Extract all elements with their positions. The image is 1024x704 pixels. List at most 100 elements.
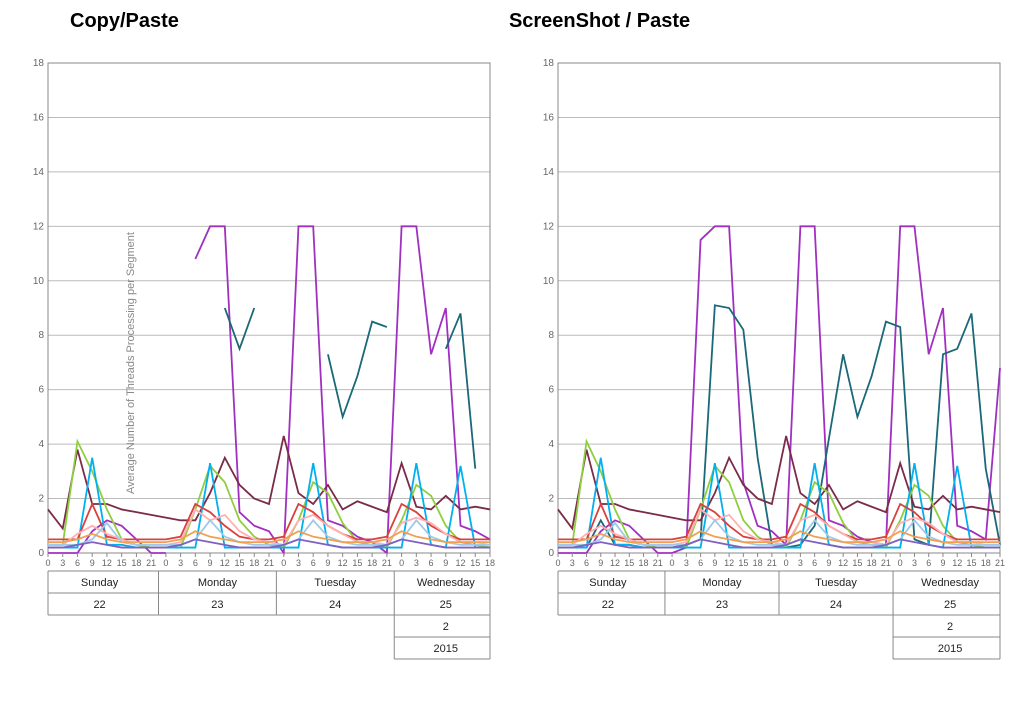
svg-text:0: 0	[45, 558, 50, 568]
svg-text:9: 9	[208, 558, 213, 568]
chart-title-right: ScreenShot / Paste	[509, 10, 690, 33]
svg-text:9: 9	[598, 558, 603, 568]
svg-text:2: 2	[38, 494, 44, 505]
svg-text:Wednesday: Wednesday	[417, 577, 475, 589]
svg-text:21: 21	[264, 558, 274, 568]
svg-text:6: 6	[584, 558, 589, 568]
svg-text:9: 9	[826, 558, 831, 568]
svg-text:25: 25	[944, 599, 956, 611]
svg-text:15: 15	[117, 558, 127, 568]
svg-text:6: 6	[38, 385, 44, 396]
svg-text:9: 9	[940, 558, 945, 568]
chart-left: Average Number of Threads Processing per…	[10, 53, 500, 673]
svg-text:9: 9	[325, 558, 330, 568]
svg-text:18: 18	[131, 558, 141, 568]
svg-text:24: 24	[830, 599, 842, 611]
svg-text:4: 4	[38, 439, 44, 450]
svg-text:3: 3	[570, 558, 575, 568]
svg-text:2: 2	[548, 494, 554, 505]
svg-text:15: 15	[624, 558, 634, 568]
svg-text:2015: 2015	[938, 643, 962, 655]
svg-text:Tuesday: Tuesday	[815, 577, 857, 589]
svg-text:18: 18	[33, 58, 45, 69]
svg-text:3: 3	[296, 558, 301, 568]
svg-text:18: 18	[367, 558, 377, 568]
svg-text:Wednesday: Wednesday	[921, 577, 979, 589]
svg-text:3: 3	[414, 558, 419, 568]
svg-text:18: 18	[249, 558, 259, 568]
svg-text:8: 8	[548, 330, 554, 341]
svg-text:18: 18	[639, 558, 649, 568]
svg-text:21: 21	[767, 558, 777, 568]
svg-text:3: 3	[178, 558, 183, 568]
svg-text:12: 12	[102, 558, 112, 568]
y-axis-label: Average Number of Threads Processing per…	[125, 232, 137, 494]
svg-text:0: 0	[555, 558, 560, 568]
svg-text:10: 10	[33, 276, 45, 287]
svg-text:21: 21	[382, 558, 392, 568]
svg-text:16: 16	[33, 112, 45, 123]
svg-text:9: 9	[712, 558, 717, 568]
chart-title-left: Copy/Paste	[70, 10, 179, 33]
svg-text:2: 2	[443, 621, 449, 633]
svg-text:18: 18	[867, 558, 877, 568]
svg-text:15: 15	[738, 558, 748, 568]
svg-text:9: 9	[90, 558, 95, 568]
svg-text:0: 0	[399, 558, 404, 568]
svg-text:6: 6	[193, 558, 198, 568]
svg-text:0: 0	[784, 558, 789, 568]
svg-text:22: 22	[93, 599, 105, 611]
svg-text:3: 3	[798, 558, 803, 568]
svg-text:21: 21	[881, 558, 891, 568]
svg-text:0: 0	[163, 558, 168, 568]
svg-text:18: 18	[753, 558, 763, 568]
svg-text:8: 8	[38, 330, 44, 341]
svg-text:23: 23	[211, 599, 223, 611]
svg-text:15: 15	[235, 558, 245, 568]
svg-text:12: 12	[610, 558, 620, 568]
svg-text:0: 0	[898, 558, 903, 568]
svg-text:14: 14	[543, 167, 555, 178]
svg-text:6: 6	[311, 558, 316, 568]
svg-text:Monday: Monday	[702, 577, 742, 589]
svg-text:15: 15	[352, 558, 362, 568]
svg-text:6: 6	[926, 558, 931, 568]
svg-text:16: 16	[543, 112, 555, 123]
svg-text:18: 18	[543, 58, 555, 69]
svg-text:18: 18	[485, 558, 495, 568]
svg-text:12: 12	[724, 558, 734, 568]
svg-text:9: 9	[443, 558, 448, 568]
svg-text:3: 3	[60, 558, 65, 568]
svg-text:10: 10	[543, 276, 555, 287]
svg-text:0: 0	[670, 558, 675, 568]
svg-text:3: 3	[684, 558, 689, 568]
chart-right: 0246810121416180369121518210369121518210…	[530, 53, 1010, 673]
svg-text:15: 15	[852, 558, 862, 568]
svg-text:12: 12	[338, 558, 348, 568]
svg-text:14: 14	[33, 167, 45, 178]
svg-text:6: 6	[698, 558, 703, 568]
svg-text:Sunday: Sunday	[81, 577, 119, 589]
svg-text:Sunday: Sunday	[589, 577, 627, 589]
svg-text:12: 12	[33, 221, 45, 232]
svg-text:6: 6	[429, 558, 434, 568]
svg-text:2: 2	[947, 621, 953, 633]
svg-text:0: 0	[548, 548, 554, 559]
svg-text:21: 21	[995, 558, 1005, 568]
svg-text:15: 15	[470, 558, 480, 568]
svg-text:12: 12	[456, 558, 466, 568]
svg-text:4: 4	[548, 439, 554, 450]
svg-text:12: 12	[952, 558, 962, 568]
svg-text:24: 24	[329, 599, 341, 611]
svg-text:0: 0	[281, 558, 286, 568]
svg-text:21: 21	[653, 558, 663, 568]
svg-text:23: 23	[716, 599, 728, 611]
svg-text:12: 12	[838, 558, 848, 568]
svg-text:12: 12	[220, 558, 230, 568]
svg-text:6: 6	[75, 558, 80, 568]
svg-text:6: 6	[548, 385, 554, 396]
svg-text:Tuesday: Tuesday	[314, 577, 356, 589]
svg-text:2015: 2015	[434, 643, 458, 655]
svg-text:21: 21	[146, 558, 156, 568]
svg-text:12: 12	[543, 221, 555, 232]
